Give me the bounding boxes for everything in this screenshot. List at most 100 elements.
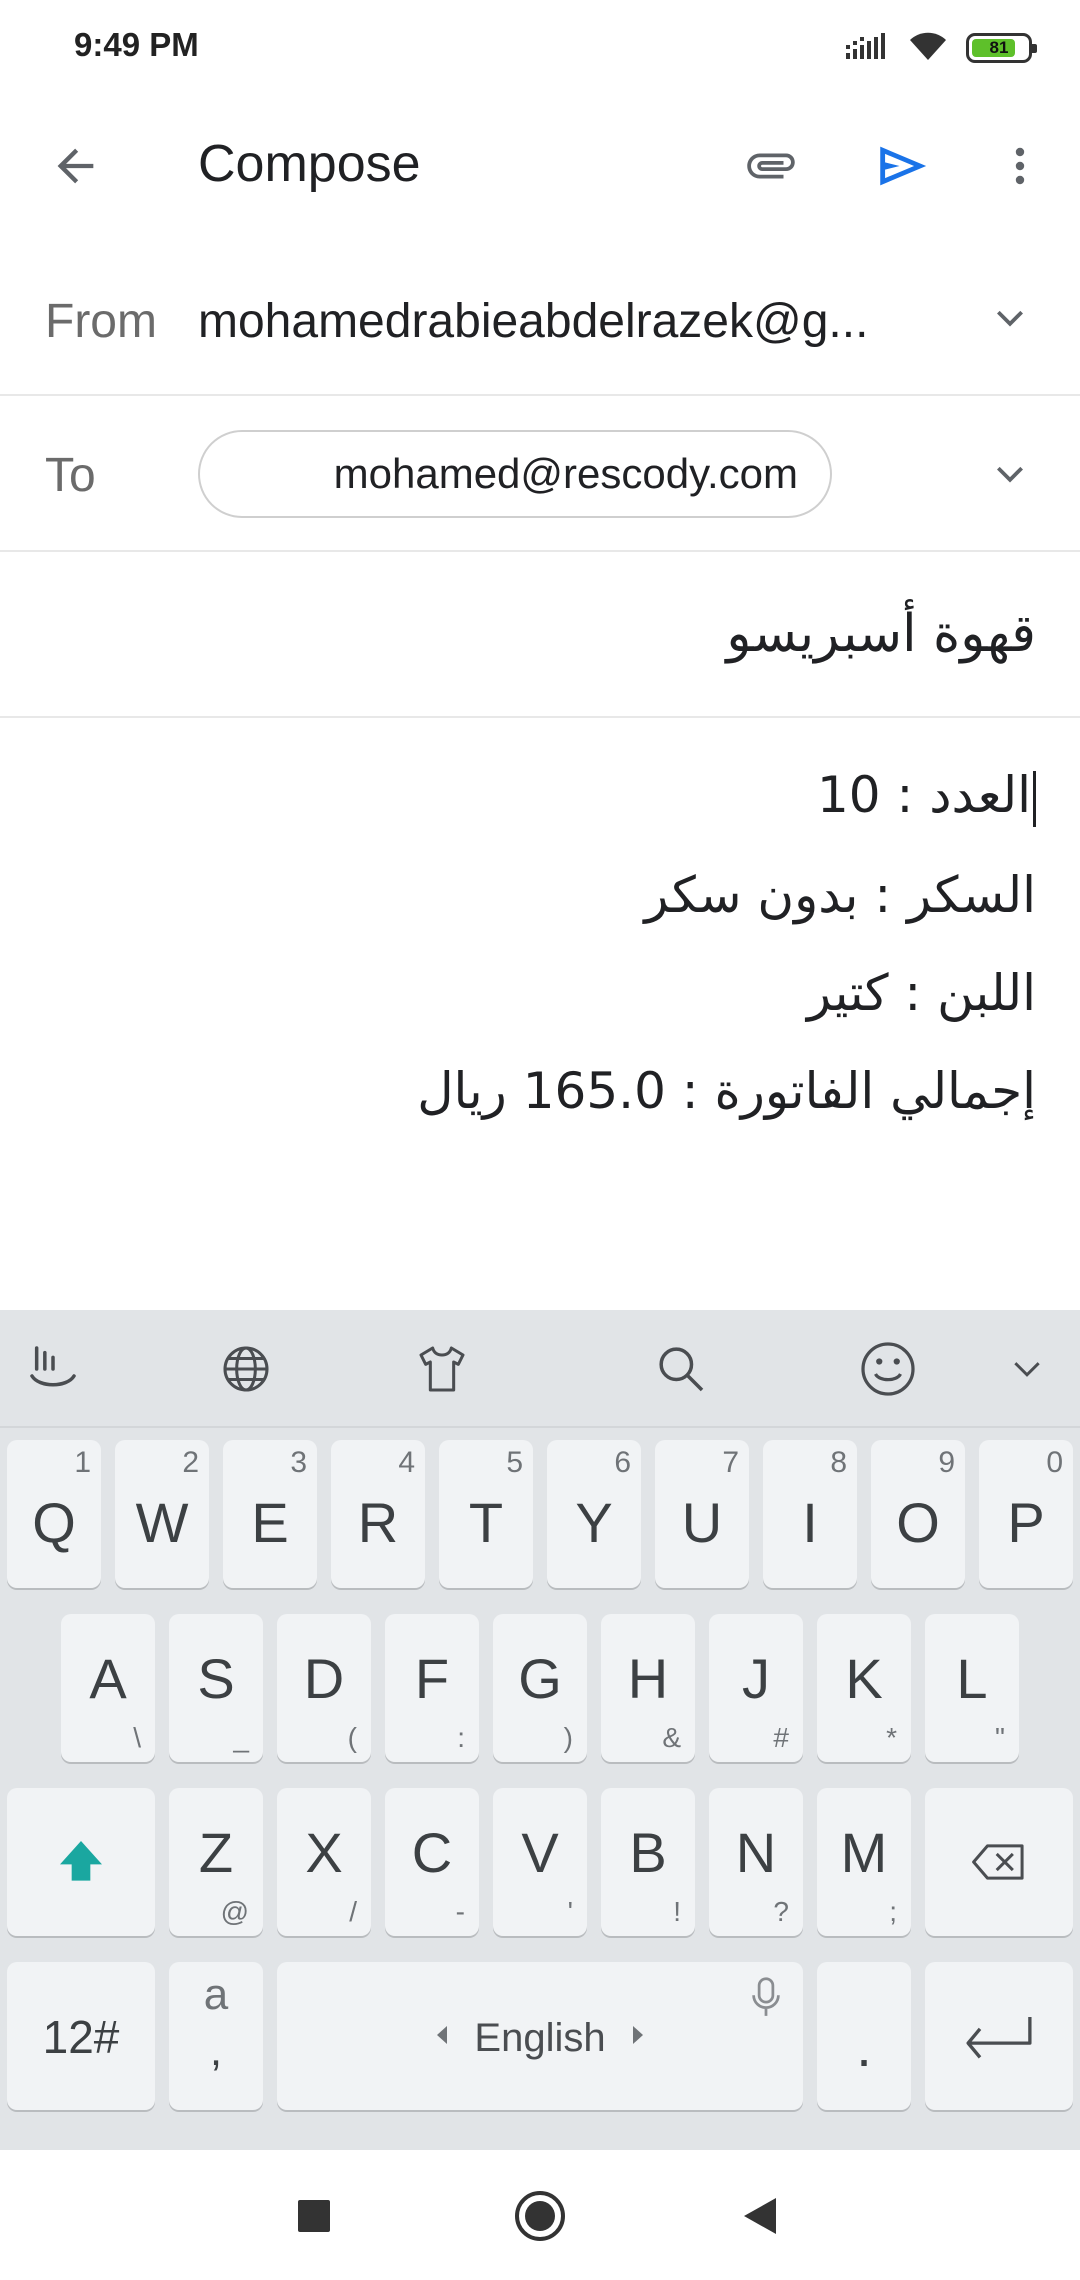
backspace-key[interactable]: [925, 1788, 1073, 1936]
key-t-hint: 5: [506, 1446, 523, 1479]
home-icon[interactable]: [510, 2186, 570, 2246]
text-caret: [1033, 770, 1036, 827]
touchpal-icon[interactable]: [18, 1334, 88, 1404]
key-m[interactable]: M;: [817, 1788, 911, 1936]
page-title: Compose: [198, 135, 421, 193]
key-l[interactable]: L ": [925, 1614, 1019, 1762]
key-a[interactable]: A \: [61, 1614, 155, 1762]
status-time: 9:49 PM: [74, 26, 199, 63]
key-g[interactable]: G): [493, 1614, 587, 1762]
shift-key[interactable]: [7, 1788, 155, 1936]
subject-field[interactable]: قهوة أسبريسو: [726, 604, 1036, 664]
attach-icon[interactable]: [735, 130, 807, 202]
symbols-key-label: 12#: [42, 2011, 120, 2063]
key-b-hint: !: [673, 1896, 681, 1927]
key-h-label: H: [627, 1647, 669, 1710]
key-q[interactable]: 1Q: [7, 1440, 101, 1588]
space-bar[interactable]: English: [277, 1962, 803, 2110]
keyboard: 1Q 2W 3E 4R 5T 6Y 7U 8I 9O 0P A \ S _ D( F…: [0, 1310, 1080, 2150]
key-w[interactable]: 2W: [115, 1440, 209, 1588]
from-address[interactable]: mohamedrabieabdelrazek@g...: [198, 294, 908, 349]
key-z-hint: @: [220, 1896, 249, 1927]
search-icon[interactable]: [646, 1334, 716, 1404]
emoji-icon[interactable]: [853, 1334, 923, 1404]
key-m-hint: ;: [889, 1896, 897, 1927]
comma-key[interactable]: a ,: [169, 1962, 263, 2110]
key-k[interactable]: K *: [817, 1614, 911, 1762]
app-bar: Compose: [0, 96, 1080, 236]
to-row: To mohamed@rescody.com: [0, 396, 1080, 552]
recent-apps-icon[interactable]: [284, 2186, 344, 2246]
key-c[interactable]: C-: [385, 1788, 479, 1936]
key-b-label: B: [629, 1821, 667, 1884]
key-k-label: K: [845, 1647, 883, 1710]
key-j[interactable]: J #: [709, 1614, 803, 1762]
collapse-chevron-icon[interactable]: [992, 1334, 1062, 1404]
recipient-chip[interactable]: mohamed@rescody.com: [198, 430, 832, 518]
key-z[interactable]: Z @: [169, 1788, 263, 1936]
send-icon[interactable]: [866, 130, 938, 202]
key-x-label: X: [305, 1821, 343, 1884]
theme-shirt-icon[interactable]: [407, 1334, 477, 1404]
key-b[interactable]: B!: [601, 1788, 695, 1936]
key-d-hint: (: [347, 1722, 357, 1753]
from-dropdown-chevron-icon[interactable]: [980, 288, 1040, 348]
body-line-count: العدد : 10: [817, 766, 1036, 827]
key-r-label: R: [357, 1491, 399, 1554]
key-n-hint: ?: [773, 1896, 789, 1927]
key-e-label: E: [251, 1491, 289, 1554]
backspace-icon: [969, 1836, 1029, 1892]
body-field[interactable]: العدد : 10 السكر : بدون سكر اللبن : كتير…: [0, 720, 1080, 1310]
key-m-label: M: [840, 1821, 888, 1884]
shift-icon: [53, 1834, 109, 1894]
nav-back-icon[interactable]: [730, 2186, 790, 2246]
globe-icon[interactable]: [211, 1334, 281, 1404]
enter-icon: [961, 2012, 1037, 2064]
key-n[interactable]: N?: [709, 1788, 803, 1936]
key-o[interactable]: 9O: [871, 1440, 965, 1588]
key-s[interactable]: S _: [169, 1614, 263, 1762]
key-d[interactable]: D(: [277, 1614, 371, 1762]
period-key[interactable]: .: [817, 1962, 911, 2110]
key-h-hint: &: [662, 1722, 681, 1753]
key-y[interactable]: 6Y: [547, 1440, 641, 1588]
key-p-label: P: [1007, 1491, 1045, 1554]
key-d-label: D: [303, 1647, 345, 1710]
key-r[interactable]: 4R: [331, 1440, 425, 1588]
key-u[interactable]: 7U: [655, 1440, 749, 1588]
key-t[interactable]: 5T: [439, 1440, 533, 1588]
key-v[interactable]: V ': [493, 1788, 587, 1936]
body-line-milk: اللبن : كتير: [806, 964, 1036, 1022]
key-l-label: L: [956, 1647, 988, 1710]
key-f-label: F: [414, 1647, 450, 1710]
key-k-hint: *: [886, 1722, 897, 1753]
key-x[interactable]: X /: [277, 1788, 371, 1936]
enter-key[interactable]: [925, 1962, 1073, 2110]
key-h[interactable]: H &: [601, 1614, 695, 1762]
to-dropdown-chevron-icon[interactable]: [980, 444, 1040, 504]
key-e-hint: 3: [290, 1446, 307, 1479]
key-w-hint: 2: [182, 1446, 199, 1479]
signal-icon: [846, 31, 890, 65]
key-j-label: J: [742, 1647, 770, 1710]
key-j-hint: #: [773, 1722, 789, 1753]
key-f-hint: :: [457, 1722, 465, 1753]
wifi-icon: [908, 30, 948, 66]
from-label: From: [45, 295, 157, 348]
key-i-label: I: [802, 1491, 818, 1554]
symbols-key[interactable]: 12#: [7, 1962, 155, 2110]
key-q-hint: 1: [74, 1446, 91, 1479]
more-vert-icon[interactable]: [984, 130, 1056, 202]
key-r-hint: 4: [398, 1446, 415, 1479]
key-i[interactable]: 8I: [763, 1440, 857, 1588]
key-p[interactable]: 0P: [979, 1440, 1073, 1588]
key-o-label: O: [896, 1491, 940, 1554]
key-z-label: Z: [198, 1821, 234, 1884]
key-n-label: N: [735, 1821, 777, 1884]
system-nav-bar: [0, 2150, 1080, 2280]
back-arrow-icon[interactable]: [40, 130, 112, 202]
key-e[interactable]: 3E: [223, 1440, 317, 1588]
key-x-hint: /: [349, 1896, 357, 1927]
key-f[interactable]: F:: [385, 1614, 479, 1762]
key-y-hint: 6: [614, 1446, 631, 1479]
